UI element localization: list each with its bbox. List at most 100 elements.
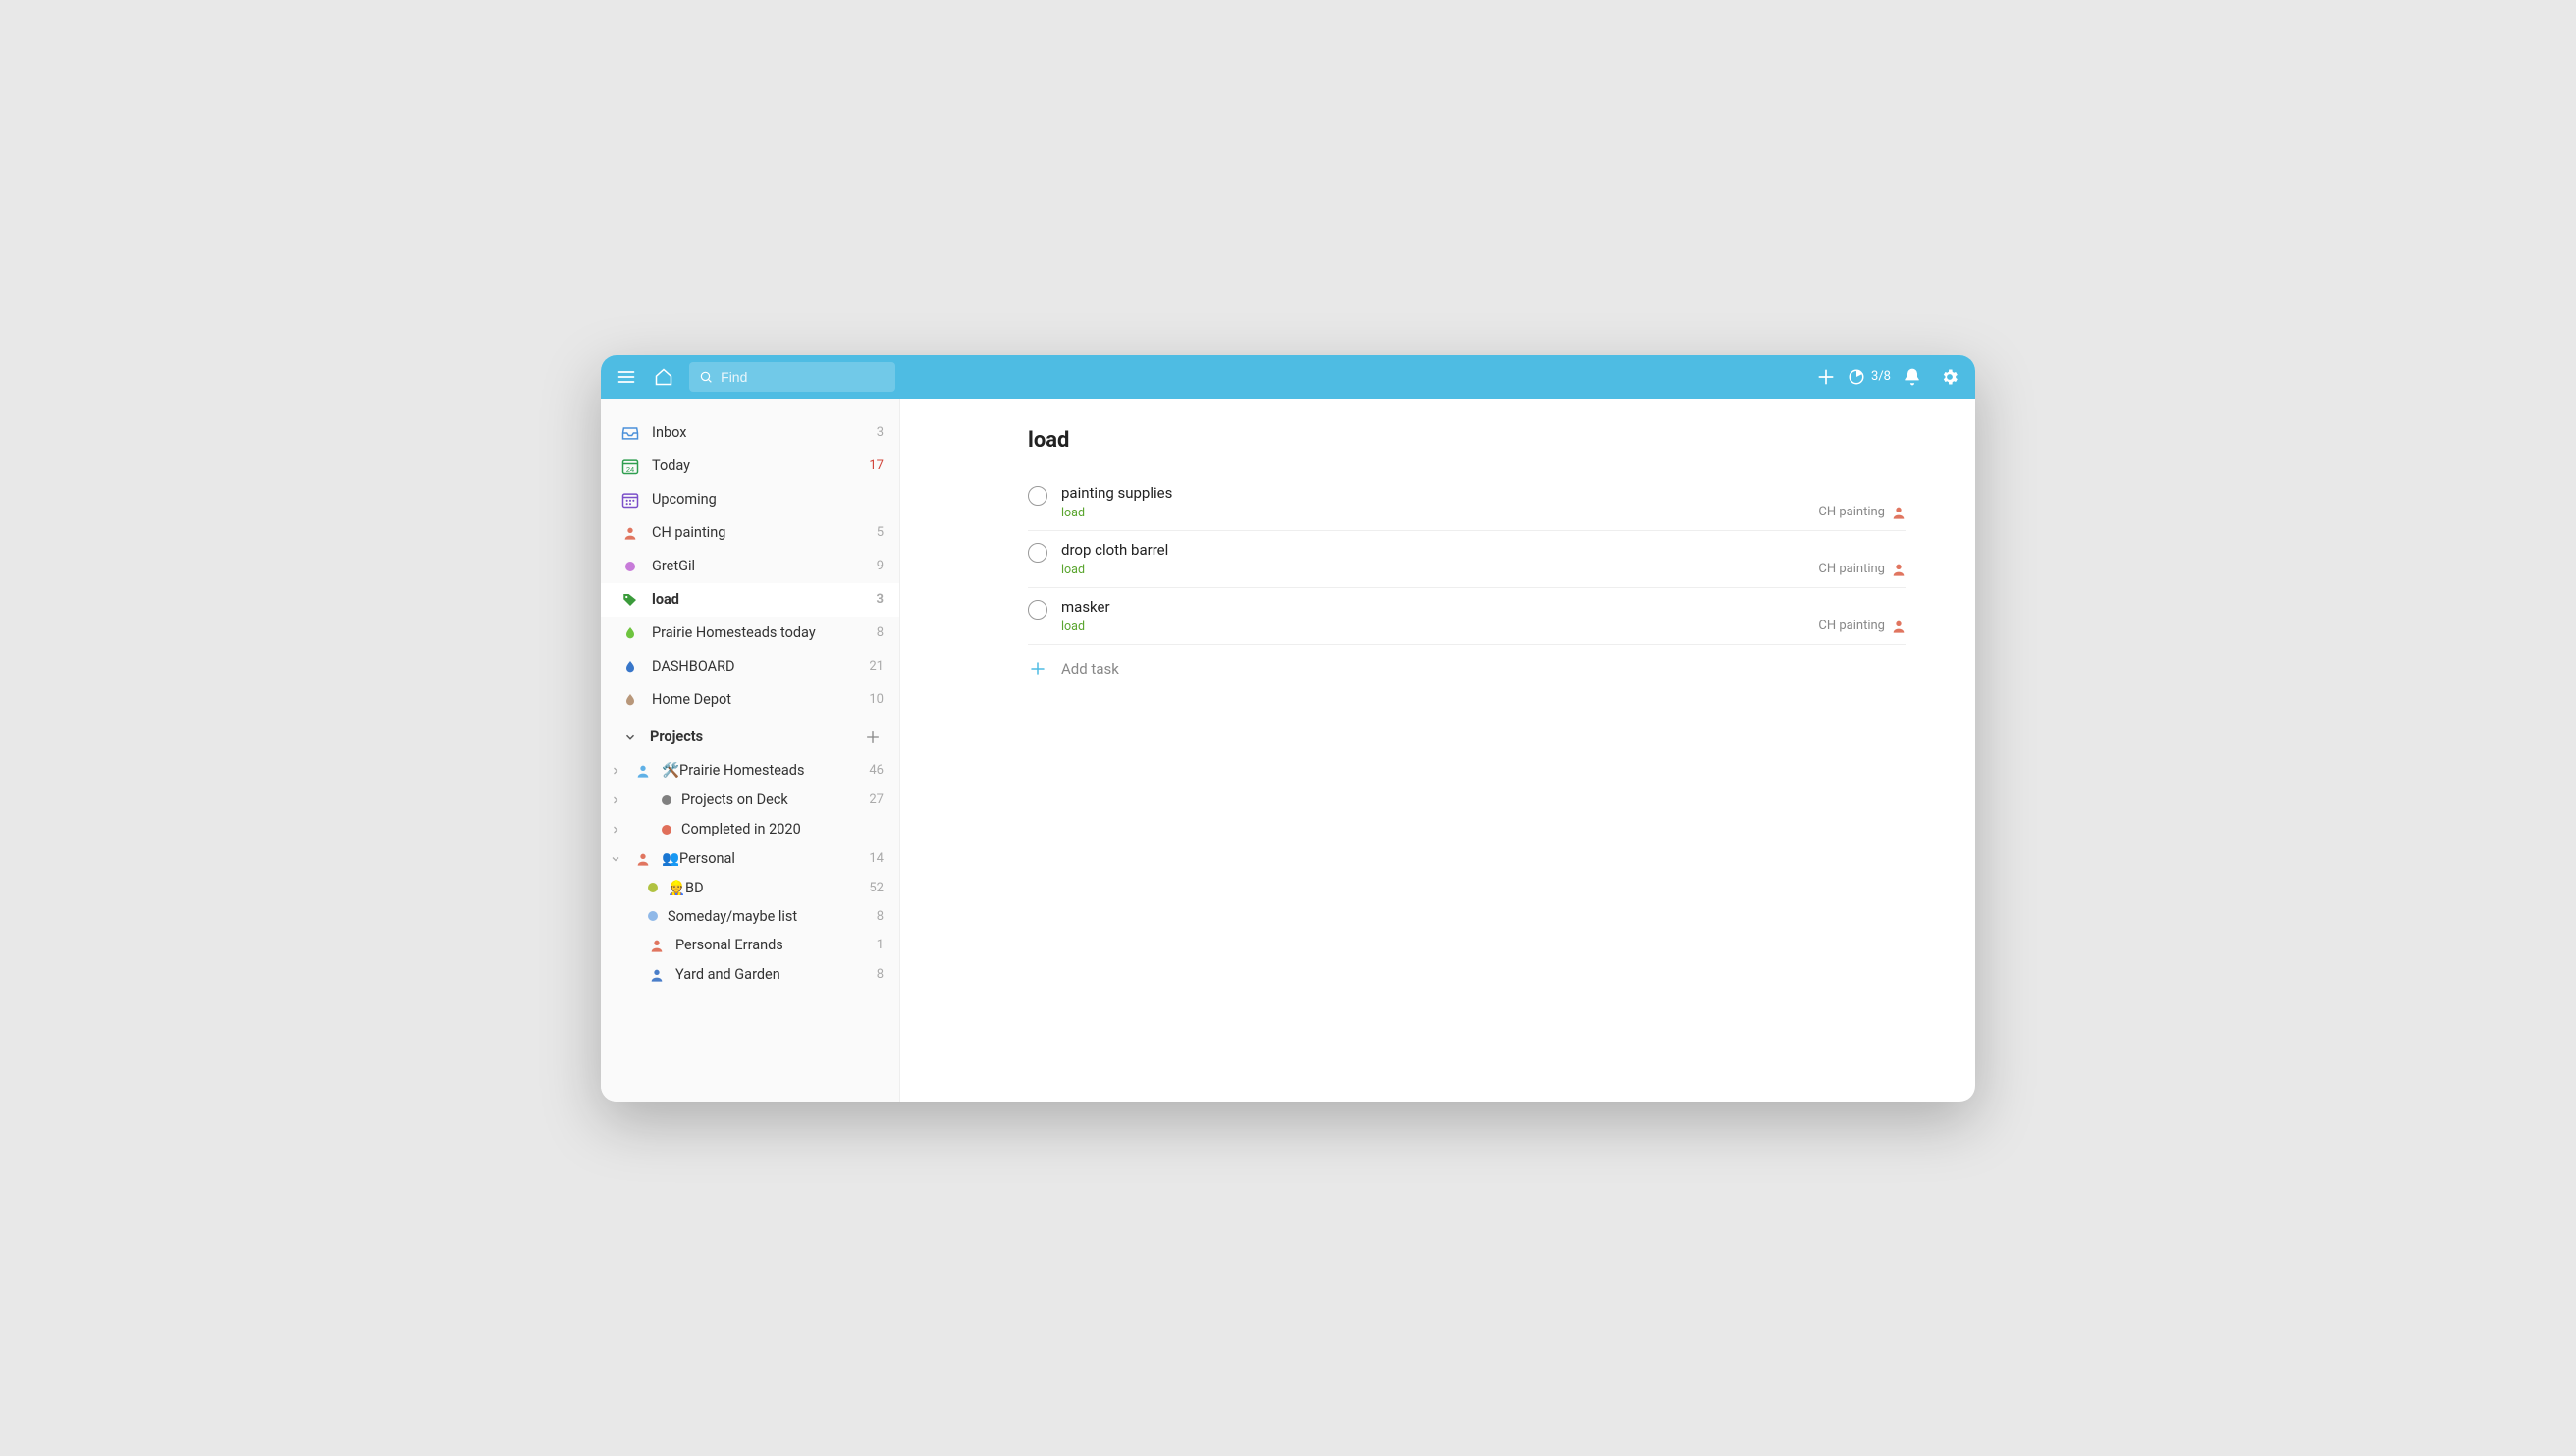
- sidebar-item-prairie-homesteads-today[interactable]: Prairie Homesteads today8: [601, 617, 899, 650]
- inbox-icon: [620, 423, 640, 443]
- item-count: 10: [869, 692, 884, 707]
- sidebar-item-label: Home Depot: [652, 691, 857, 708]
- person-icon: [1891, 562, 1906, 577]
- sidebar-item-inbox[interactable]: Inbox 3: [601, 416, 899, 450]
- sidebar-item-label: DASHBOARD: [652, 658, 857, 674]
- menu-toggle-button[interactable]: [611, 361, 642, 393]
- project-item-prairie-homesteads[interactable]: 🛠️Prairie Homesteads46: [601, 756, 899, 785]
- shared-icon: [634, 850, 652, 868]
- project-label: 🛠️Prairie Homesteads: [662, 762, 859, 779]
- home-button[interactable]: [648, 361, 679, 393]
- sidebar-item-gretgil[interactable]: GretGil 9: [601, 550, 899, 583]
- shared-icon: [648, 966, 666, 984]
- project-item-bd[interactable]: 👷BD52: [601, 874, 899, 902]
- sidebar-item-load[interactable]: load3: [601, 583, 899, 617]
- search-input[interactable]: [721, 369, 886, 385]
- item-count: 3: [877, 592, 884, 607]
- drop-icon: [622, 659, 638, 674]
- shared-icon: [648, 937, 666, 954]
- projects-section-header[interactable]: Projects: [601, 717, 899, 756]
- task-project-link[interactable]: CH painting: [1818, 619, 1906, 634]
- add-task-button[interactable]: Add task: [1028, 645, 1906, 692]
- color-dot-icon: [648, 883, 658, 892]
- hamburger-icon: [617, 367, 636, 387]
- projects-label: Projects: [650, 728, 703, 745]
- sidebar-item-upcoming[interactable]: Upcoming: [601, 483, 899, 516]
- task-tag[interactable]: load: [1061, 506, 1804, 520]
- add-project-button[interactable]: [862, 727, 884, 748]
- search-icon: [699, 369, 713, 385]
- shared-icon: [634, 762, 652, 780]
- productivity-button[interactable]: 3/8: [1848, 368, 1891, 386]
- task-tag[interactable]: load: [1061, 620, 1804, 634]
- color-dot-icon: [662, 795, 671, 805]
- chevron-down-icon: [620, 728, 640, 747]
- plus-icon: [1028, 659, 1047, 678]
- upcoming-icon: [620, 490, 640, 510]
- svg-text:24: 24: [626, 464, 634, 473]
- sidebar[interactable]: Inbox324Today17UpcomingCH painting5GretG…: [601, 399, 900, 1102]
- chevron-right-icon[interactable]: [607, 791, 624, 809]
- chevron-right-icon[interactable]: [607, 762, 624, 780]
- sidebar-item-label: GretGil: [652, 558, 865, 574]
- person-icon: [620, 523, 640, 543]
- quick-add-button[interactable]: [1810, 361, 1842, 393]
- sidebar-item-home-depot[interactable]: Home Depot 10: [601, 683, 899, 717]
- item-count: 9: [877, 559, 884, 573]
- page-title: load: [1028, 428, 1906, 453]
- person-icon: [622, 525, 638, 541]
- sidebar-item-dashboard[interactable]: DASHBOARD 21: [601, 650, 899, 683]
- chevron-right-icon[interactable]: [607, 821, 624, 838]
- task-project-link[interactable]: CH painting: [1818, 505, 1906, 520]
- add-task-label: Add task: [1061, 660, 1119, 677]
- inbox-icon: [620, 423, 640, 443]
- person-icon: [635, 763, 651, 779]
- person-icon: [649, 938, 665, 953]
- project-item-personal-errands[interactable]: Personal Errands 1: [601, 931, 899, 960]
- project-item-projects-on-deck[interactable]: Projects on Deck27: [601, 785, 899, 815]
- task-tag[interactable]: load: [1061, 563, 1804, 577]
- notifications-button[interactable]: [1897, 361, 1928, 393]
- upcoming-icon: [620, 490, 640, 510]
- item-count: 8: [877, 909, 884, 924]
- task-body: painting suppliesload: [1061, 484, 1804, 520]
- item-count: 1: [877, 938, 884, 952]
- search-field[interactable]: [689, 362, 895, 392]
- task-body: drop cloth barrel load: [1061, 541, 1804, 577]
- task-project-label: CH painting: [1818, 505, 1885, 519]
- project-item-personal[interactable]: 👥Personal14: [601, 844, 899, 874]
- sidebar-item-today[interactable]: 24Today17: [601, 450, 899, 483]
- progress-icon: [1848, 368, 1865, 386]
- chevron-down-icon[interactable]: [607, 850, 624, 868]
- item-count: 3: [877, 425, 884, 440]
- person-icon: [1891, 562, 1906, 577]
- person-icon: [1891, 619, 1906, 634]
- today-icon: 24: [620, 457, 640, 476]
- app-window: 3/8 Inbox324Today17UpcomingCH painting5G…: [601, 355, 1975, 1102]
- item-count: 14: [869, 851, 884, 866]
- task-title: drop cloth barrel: [1061, 541, 1804, 559]
- task-checkbox[interactable]: [1028, 600, 1047, 620]
- person-icon: [1891, 619, 1906, 634]
- settings-button[interactable]: [1934, 361, 1965, 393]
- task-row[interactable]: painting suppliesload CH painting: [1028, 474, 1906, 531]
- project-label: Personal Errands: [675, 937, 867, 953]
- task-checkbox[interactable]: [1028, 543, 1047, 563]
- gear-icon: [1940, 367, 1959, 387]
- project-item-completed-in-2020[interactable]: Completed in 2020: [601, 815, 899, 844]
- tag-icon: [621, 591, 639, 609]
- sidebar-item-label: Inbox: [652, 424, 865, 441]
- bell-icon: [1903, 367, 1922, 387]
- top-bar: 3/8: [601, 355, 1975, 399]
- project-label: 👷BD: [668, 880, 859, 896]
- task-row[interactable]: maskerloadCH painting: [1028, 588, 1906, 645]
- task-row[interactable]: drop cloth barrel load CH painting: [1028, 531, 1906, 588]
- item-count: 21: [869, 659, 884, 674]
- project-label: Yard and Garden: [675, 966, 867, 983]
- project-item-yard-and-garden[interactable]: Yard and Garden8: [601, 960, 899, 990]
- sidebar-item-label: CH painting: [652, 524, 865, 541]
- task-checkbox[interactable]: [1028, 486, 1047, 506]
- task-project-link[interactable]: CH painting: [1818, 562, 1906, 577]
- project-item-someday/maybe-list[interactable]: Someday/maybe list8: [601, 902, 899, 931]
- sidebar-item-ch-painting[interactable]: CH painting5: [601, 516, 899, 550]
